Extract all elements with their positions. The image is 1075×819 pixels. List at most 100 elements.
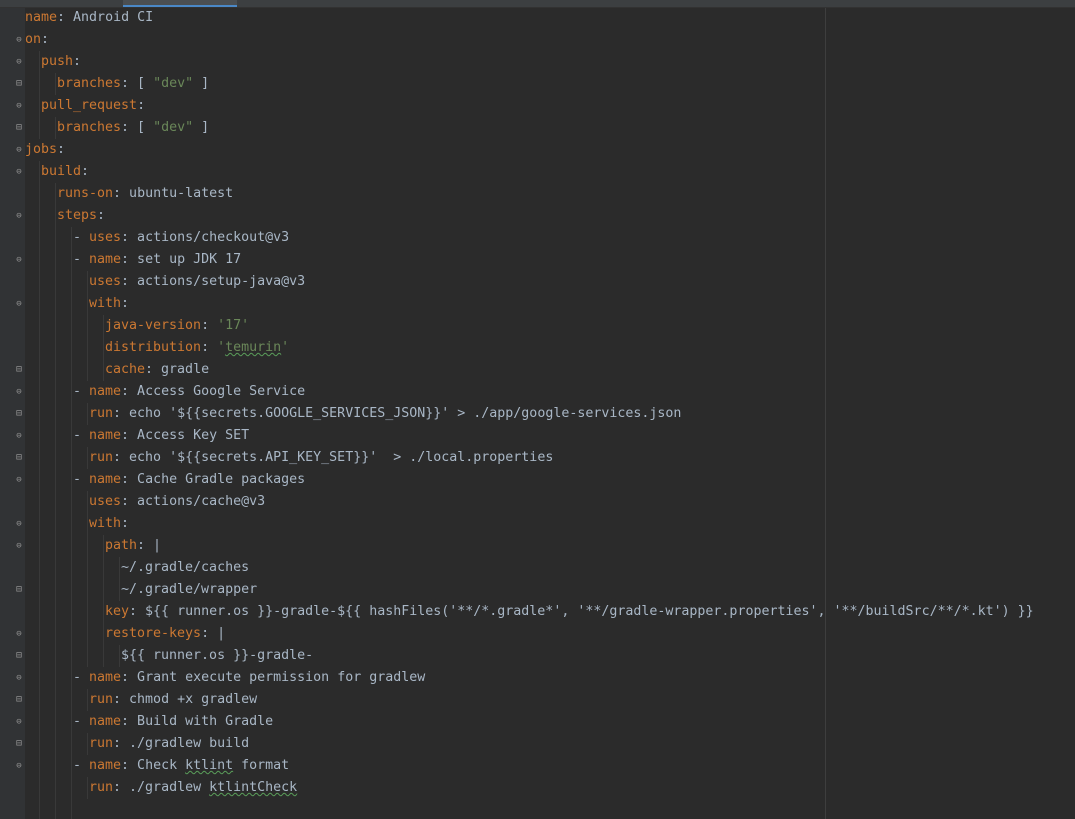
- fold-open-icon[interactable]: ⊖: [14, 34, 24, 46]
- indent-guide: [71, 337, 72, 359]
- code-line[interactable]: ⊖ restore-keys: |: [0, 623, 1075, 645]
- fold-open-icon[interactable]: ⊖: [14, 518, 24, 530]
- indent-guide: [55, 755, 56, 777]
- fold-close-icon[interactable]: ⊟: [14, 694, 24, 706]
- fold-open-icon[interactable]: ⊖: [14, 100, 24, 112]
- indent-guide: [87, 601, 88, 623]
- yaml-value: :: [41, 32, 50, 47]
- code-line[interactable]: ⊖ with:: [0, 513, 1075, 535]
- fold-open-icon[interactable]: ⊖: [14, 540, 24, 552]
- code-line[interactable]: ⊟ run: chmod +x gradlew: [0, 689, 1075, 711]
- code-line[interactable]: ⊖ - name: Build with Gradle: [0, 711, 1075, 733]
- fold-open-icon[interactable]: ⊖: [14, 672, 24, 684]
- code-line[interactable]: [0, 799, 1075, 819]
- code-line[interactable]: name: Android CI: [0, 7, 1075, 29]
- indent-guide: [39, 711, 40, 733]
- yaml-value: :: [97, 208, 106, 223]
- yaml-key: run: [89, 450, 114, 465]
- fold-open-icon[interactable]: ⊖: [14, 430, 24, 442]
- code-line[interactable]: ⊖ - name: set up JDK 17: [0, 249, 1075, 271]
- fold-open-icon[interactable]: ⊖: [14, 474, 24, 486]
- yaml-value: : actions/setup-java@v3: [121, 274, 306, 289]
- code-line[interactable]: runs-on: ubuntu-latest: [0, 183, 1075, 205]
- tab-4[interactable]: [408, 0, 593, 6]
- fold-close-icon[interactable]: ⊟: [14, 584, 24, 596]
- fold-open-icon[interactable]: ⊖: [14, 210, 24, 222]
- code-line[interactable]: java-version: '17': [0, 315, 1075, 337]
- code-line[interactable]: ⊟ run: echo '${{secrets.API_KEY_SET}}' > …: [0, 447, 1075, 469]
- indent-guide: [55, 777, 56, 799]
- fold-close-icon[interactable]: ⊟: [14, 408, 24, 420]
- code-line[interactable]: ⊟ ${{ runner.os }}-gradle-: [0, 645, 1075, 667]
- code-line[interactable]: ⊖ push:: [0, 51, 1075, 73]
- fold-close-icon[interactable]: ⊟: [14, 452, 24, 464]
- code-line[interactable]: key: ${{ runner.os }}-gradle-${{ hashFil…: [0, 601, 1075, 623]
- fold-open-icon[interactable]: ⊖: [14, 386, 24, 398]
- indent-guide: [55, 579, 56, 601]
- indent-guide: [55, 381, 56, 403]
- fold-open-icon[interactable]: ⊖: [14, 254, 24, 266]
- fold-close-icon[interactable]: ⊟: [14, 78, 24, 90]
- code-line[interactable]: distribution: 'temurin': [0, 337, 1075, 359]
- code-line[interactable]: ~/.gradle/caches: [0, 557, 1075, 579]
- code-line[interactable]: uses: actions/setup-java@v3: [0, 271, 1075, 293]
- tab-3[interactable]: [240, 0, 405, 6]
- fold-close-icon[interactable]: ⊟: [14, 364, 24, 376]
- indent-guide: [71, 557, 72, 579]
- code-line[interactable]: ⊖ steps:: [0, 205, 1075, 227]
- code-line[interactable]: ⊖ build:: [0, 161, 1075, 183]
- indent-guide: [103, 359, 104, 381]
- code-line[interactable]: ⊖ path: |: [0, 535, 1075, 557]
- code-line[interactable]: run: ./gradlew ktlintCheck: [0, 777, 1075, 799]
- yaml-value: : gradle: [145, 362, 210, 377]
- code-line[interactable]: ⊖ pull_request:: [0, 95, 1075, 117]
- yaml-value: -: [73, 472, 90, 487]
- code-line[interactable]: ⊖ jobs:: [0, 139, 1075, 161]
- code-line[interactable]: uses: actions/cache@v3: [0, 491, 1075, 513]
- indent-guide: [71, 623, 72, 645]
- code-line[interactable]: ⊟ branches: [ "dev" ]: [0, 117, 1075, 139]
- yaml-value: : set up JDK 17: [121, 252, 242, 267]
- yaml-key: with: [89, 516, 122, 531]
- code-line[interactable]: ⊖ - name: Access Key SET: [0, 425, 1075, 447]
- tab-5[interactable]: [596, 0, 751, 6]
- code-line[interactable]: ⊟ run: ./gradlew build: [0, 733, 1075, 755]
- fold-open-icon[interactable]: ⊖: [14, 298, 24, 310]
- yaml-value: : |: [137, 538, 162, 553]
- code-text: pull_request:: [41, 95, 145, 117]
- indent-guide: [71, 469, 72, 491]
- fold-close-icon[interactable]: ⊟: [14, 738, 24, 750]
- fold-open-icon[interactable]: ⊖: [14, 56, 24, 68]
- fold-open-icon[interactable]: ⊖: [14, 760, 24, 772]
- tab-1[interactable]: [0, 0, 120, 6]
- fold-close-icon[interactable]: ⊟: [14, 650, 24, 662]
- indent-guide: [87, 689, 88, 711]
- code-line[interactable]: ⊟ branches: [ "dev" ]: [0, 73, 1075, 95]
- fold-open-icon[interactable]: ⊖: [14, 144, 24, 156]
- code-line[interactable]: - uses: actions/checkout@v3: [0, 227, 1075, 249]
- fold-close-icon[interactable]: ⊟: [14, 122, 24, 134]
- code-line[interactable]: ⊖ - name: Check ktlint format: [0, 755, 1075, 777]
- code-line[interactable]: ⊖ with:: [0, 293, 1075, 315]
- indent-guide: [71, 667, 72, 689]
- fold-open-icon[interactable]: ⊖: [14, 628, 24, 640]
- indent-guide: [39, 73, 40, 95]
- indent-guide: [71, 381, 72, 403]
- code-line[interactable]: ⊖ - name: Access Google Service: [0, 381, 1075, 403]
- indent-guide: [39, 161, 40, 183]
- code-line[interactable]: ⊖ on:: [0, 29, 1075, 51]
- code-line[interactable]: ⊟ ~/.gradle/wrapper: [0, 579, 1075, 601]
- indent-guide: [71, 491, 72, 513]
- fold-open-icon[interactable]: ⊖: [14, 716, 24, 728]
- code-line[interactable]: ⊟ run: echo '${{secrets.GOOGLE_SERVICES_J…: [0, 403, 1075, 425]
- yaml-value: -: [73, 428, 90, 443]
- code-line[interactable]: ⊟ cache: gradle: [0, 359, 1075, 381]
- fold-open-icon[interactable]: ⊖: [14, 166, 24, 178]
- indent-guide: [55, 183, 56, 205]
- tab-6[interactable]: [754, 0, 934, 6]
- code-line[interactable]: ⊖ - name: Cache Gradle packages: [0, 469, 1075, 491]
- tab-7[interactable]: [937, 0, 1075, 6]
- code-area[interactable]: name: Android CI ⊖ on: ⊖ push: ⊟ branches: [ "…: [0, 7, 1075, 819]
- code-line[interactable]: ⊖ - name: Grant execute permission for gr…: [0, 667, 1075, 689]
- code-text: path: |: [105, 535, 161, 557]
